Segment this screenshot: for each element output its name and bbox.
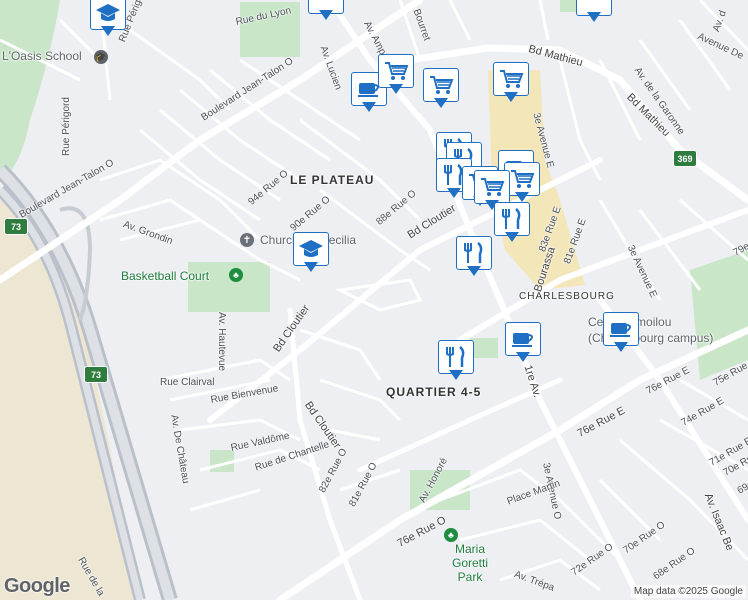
highway-73-label-south: 73: [90, 369, 101, 380]
marker-restaurant-quartier[interactable]: [438, 340, 474, 384]
highway-73-shield-south: 73: [84, 366, 108, 383]
park-area-northwest: [0, 0, 60, 180]
poi-basketball[interactable]: Basketball Court: [121, 270, 209, 282]
poi-oasis-school[interactable]: L'Oasis School: [2, 50, 82, 62]
school-pin-icon[interactable]: 🎓: [94, 50, 108, 64]
park-pin-maria-icon[interactable]: ♣: [444, 528, 458, 542]
marker-cafe-1re-av[interactable]: [505, 322, 541, 366]
google-logo[interactable]: Google: [4, 575, 70, 598]
marker-cafe-limoilou[interactable]: [603, 312, 639, 356]
neighborhood-charlesbourg: CHARLESBOURG: [519, 291, 615, 302]
grocery-icon: [500, 70, 524, 88]
school-icon: [96, 4, 120, 21]
school-icon: [299, 240, 323, 257]
street-av-hautevue: Av. Hautevue: [216, 312, 227, 372]
restaurant-icon: [464, 242, 483, 263]
marker-grocery-2[interactable]: [423, 68, 459, 112]
neighborhood-quartier: QUARTIER 4-5: [386, 385, 482, 399]
marker-top-partial-2[interactable]: [576, 0, 612, 26]
grocery-icon: [430, 76, 454, 94]
marker-restaurant-4[interactable]: [494, 202, 530, 246]
street-rue-clairval: Rue Clairval: [160, 377, 215, 388]
marker-school-top[interactable]: [90, 0, 126, 40]
marker-top-partial-1[interactable]: [308, 0, 344, 24]
grocery-icon: [385, 62, 409, 80]
cafe-icon: [610, 323, 631, 337]
grocery-icon: [481, 178, 505, 196]
marker-restaurant-5[interactable]: [456, 236, 492, 280]
highway-369-label: 369: [677, 153, 693, 164]
highway-369-shield: 369: [673, 150, 697, 167]
church-pin-icon[interactable]: ✝: [240, 233, 254, 247]
marker-school-church[interactable]: [293, 232, 329, 276]
restaurant-icon: [502, 208, 521, 229]
cafe-icon: [512, 333, 533, 347]
marker-grocery-1[interactable]: [378, 54, 414, 98]
map-attribution[interactable]: Map data ©2025 Google: [630, 585, 746, 598]
neighborhood-le-plateau: LE PLATEAU: [290, 173, 375, 187]
park-pin-icon[interactable]: ♣: [229, 268, 243, 282]
grocery-icon: [511, 170, 535, 188]
map-canvas[interactable]: 73 73 369 LE PLATEAU CHARLESBOURG QUARTI…: [0, 0, 748, 600]
poi-maria-goretti[interactable]: Maria Goretti Park: [440, 542, 500, 584]
highway-73-label-north: 73: [10, 221, 21, 232]
highway-73-shield-north: 73: [4, 218, 28, 235]
restaurant-icon: [446, 346, 465, 367]
street-rue-perigord: Rue Périgord: [61, 97, 72, 156]
small-park: [470, 338, 498, 358]
marker-grocery-3[interactable]: [493, 62, 529, 106]
